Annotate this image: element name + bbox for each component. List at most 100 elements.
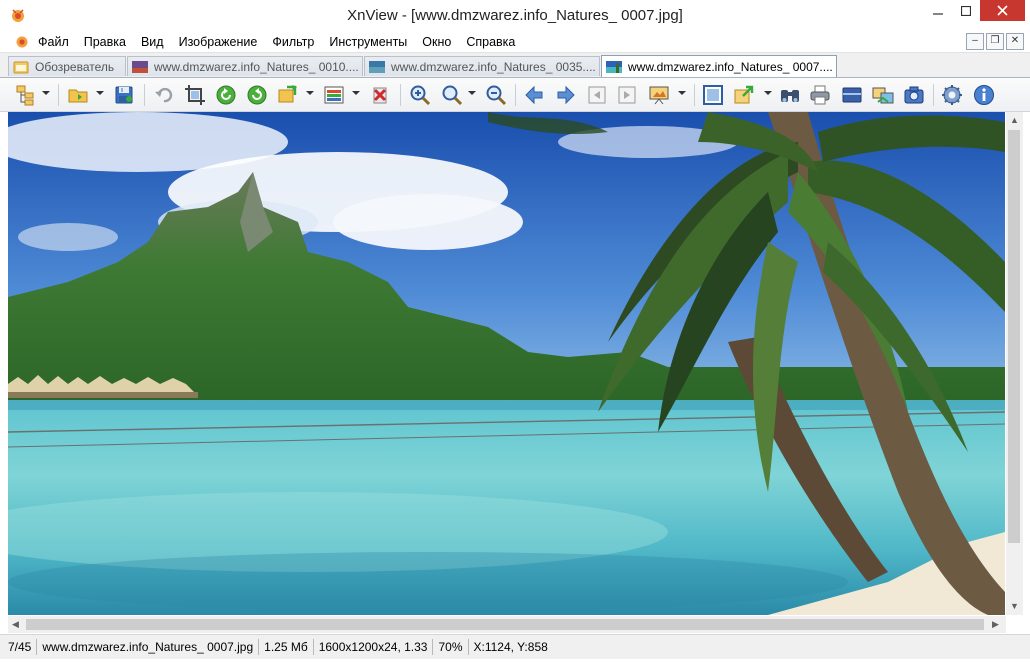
next-page-icon	[618, 86, 636, 104]
menu-filter[interactable]: Фильтр	[272, 35, 321, 49]
menu-tools[interactable]: Инструменты	[329, 35, 414, 49]
convert-icon	[872, 87, 894, 104]
fit-to-window-button[interactable]	[701, 83, 725, 107]
horizontal-scroll-thumb[interactable]	[26, 619, 984, 630]
title-bar: XnView - [www.dmzwarez.info_Natures_ 000…	[0, 0, 1030, 31]
print-icon	[810, 85, 830, 105]
save-icon	[115, 86, 133, 104]
document-menu-icon[interactable]	[14, 33, 30, 49]
menu-image[interactable]: Изображение	[179, 35, 265, 49]
close-icon	[997, 5, 1008, 16]
crop-icon	[185, 85, 205, 105]
print-button[interactable]	[808, 83, 832, 107]
image-viewer[interactable]	[8, 112, 1005, 615]
next-page-button[interactable]	[615, 83, 639, 107]
menu-bar: Файл Правка Вид Изображение Фильтр Инстр…	[0, 31, 1030, 53]
scroll-down-arrow-icon[interactable]: ▼	[1010, 601, 1019, 611]
adjust-icon	[324, 86, 344, 104]
previous-image-button[interactable]	[523, 83, 547, 107]
fit-icon	[703, 85, 723, 105]
scan-button[interactable]	[840, 83, 864, 107]
close-button[interactable]	[980, 0, 1025, 21]
zoom-button[interactable]	[440, 83, 464, 107]
minimize-button[interactable]	[925, 0, 951, 21]
tab-image-0007[interactable]: www.dmzwarez.info_Natures_ 0007....	[601, 55, 837, 77]
zoom-in-icon	[410, 85, 431, 106]
vertical-scrollbar[interactable]: ▲ ▼	[1006, 112, 1023, 615]
export-button[interactable]	[732, 83, 756, 107]
zoom-out-button[interactable]	[484, 83, 508, 107]
vertical-scroll-thumb[interactable]	[1008, 130, 1020, 543]
convert-button[interactable]	[871, 83, 895, 107]
rotate-left-button[interactable]	[214, 83, 238, 107]
maximize-button[interactable]	[953, 0, 979, 21]
flip-icon	[278, 85, 297, 103]
tab-image-0035[interactable]: www.dmzwarez.info_Natures_ 0035....	[364, 56, 600, 76]
previous-page-button[interactable]	[585, 83, 609, 107]
scroll-left-arrow-icon[interactable]: ◀	[12, 619, 19, 630]
slideshow-dropdown-arrow[interactable]	[678, 91, 686, 95]
info-icon	[974, 85, 994, 105]
child-restore-button[interactable]: ❐	[986, 33, 1004, 50]
flip-button[interactable]	[276, 83, 300, 107]
delete-icon	[373, 87, 387, 104]
capture-button[interactable]	[902, 83, 926, 107]
child-minimize-button[interactable]: –	[966, 33, 984, 50]
tab-label: www.dmzwarez.info_Natures_ 0010....	[154, 59, 359, 74]
scroll-up-arrow-icon[interactable]: ▲	[1010, 115, 1019, 125]
browser-dropdown-arrow[interactable]	[42, 91, 50, 95]
zoom-out-icon	[486, 85, 507, 106]
cursor-coordinates: X:1124, Y:858	[473, 640, 548, 654]
toolbar-separator	[933, 84, 934, 106]
about-button[interactable]	[972, 83, 996, 107]
browser-icon	[16, 85, 34, 106]
save-button[interactable]	[112, 83, 136, 107]
window-title: XnView - [www.dmzwarez.info_Natures_ 000…	[347, 7, 683, 24]
delete-button[interactable]	[368, 83, 392, 107]
next-icon	[557, 85, 575, 105]
toolbar-separator	[694, 84, 695, 106]
displayed-photo	[8, 112, 1005, 615]
tab-image-0010[interactable]: www.dmzwarez.info_Natures_ 0010....	[127, 56, 363, 76]
find-button[interactable]	[778, 83, 802, 107]
maximize-icon	[961, 5, 971, 16]
open-button[interactable]	[66, 83, 90, 107]
undo-button[interactable]	[152, 83, 176, 107]
toolbar-separator	[144, 84, 145, 106]
settings-button[interactable]	[940, 83, 964, 107]
adjust-button[interactable]	[322, 83, 346, 107]
zoom-in-button[interactable]	[408, 83, 432, 107]
open-folder-icon	[68, 89, 88, 103]
find-icon	[781, 90, 799, 102]
menu-view[interactable]: Вид	[141, 35, 171, 49]
image-dimensions: 1600x1200x24, 1.33	[314, 639, 434, 655]
prev-page-icon	[588, 86, 606, 104]
open-dropdown-arrow[interactable]	[96, 91, 104, 95]
tab-label: www.dmzwarez.info_Natures_ 0035....	[391, 59, 596, 74]
rotate-left-icon	[216, 85, 236, 105]
scroll-right-arrow-icon[interactable]: ▶	[992, 619, 999, 630]
capture-icon	[904, 86, 924, 104]
menu-window[interactable]: Окно	[422, 35, 458, 49]
browser-button[interactable]	[14, 83, 38, 107]
rotate-right-icon	[247, 85, 267, 105]
toolbar-separator	[58, 84, 59, 106]
horizontal-scrollbar[interactable]: ◀ ▶	[8, 616, 1006, 633]
rotate-right-button[interactable]	[245, 83, 269, 107]
menu-edit[interactable]: Правка	[84, 35, 133, 49]
export-dropdown-arrow[interactable]	[764, 91, 772, 95]
adjust-dropdown-arrow[interactable]	[352, 91, 360, 95]
crop-button[interactable]	[183, 83, 207, 107]
child-close-button[interactable]: ✕	[1006, 33, 1024, 50]
zoom-dropdown-arrow[interactable]	[468, 91, 476, 95]
slideshow-button[interactable]	[647, 83, 671, 107]
main-toolbar	[0, 78, 1030, 112]
menu-help[interactable]: Справка	[466, 35, 522, 49]
tab-browser[interactable]: Обозреватель	[8, 56, 126, 76]
image-filename: www.dmzwarez.info_Natures_ 0007.jpg	[37, 639, 260, 655]
flip-dropdown-arrow[interactable]	[306, 91, 314, 95]
export-icon	[734, 85, 754, 104]
zoom-level: 70%	[433, 639, 469, 655]
next-image-button[interactable]	[553, 83, 577, 107]
menu-file[interactable]: Файл	[38, 35, 76, 49]
